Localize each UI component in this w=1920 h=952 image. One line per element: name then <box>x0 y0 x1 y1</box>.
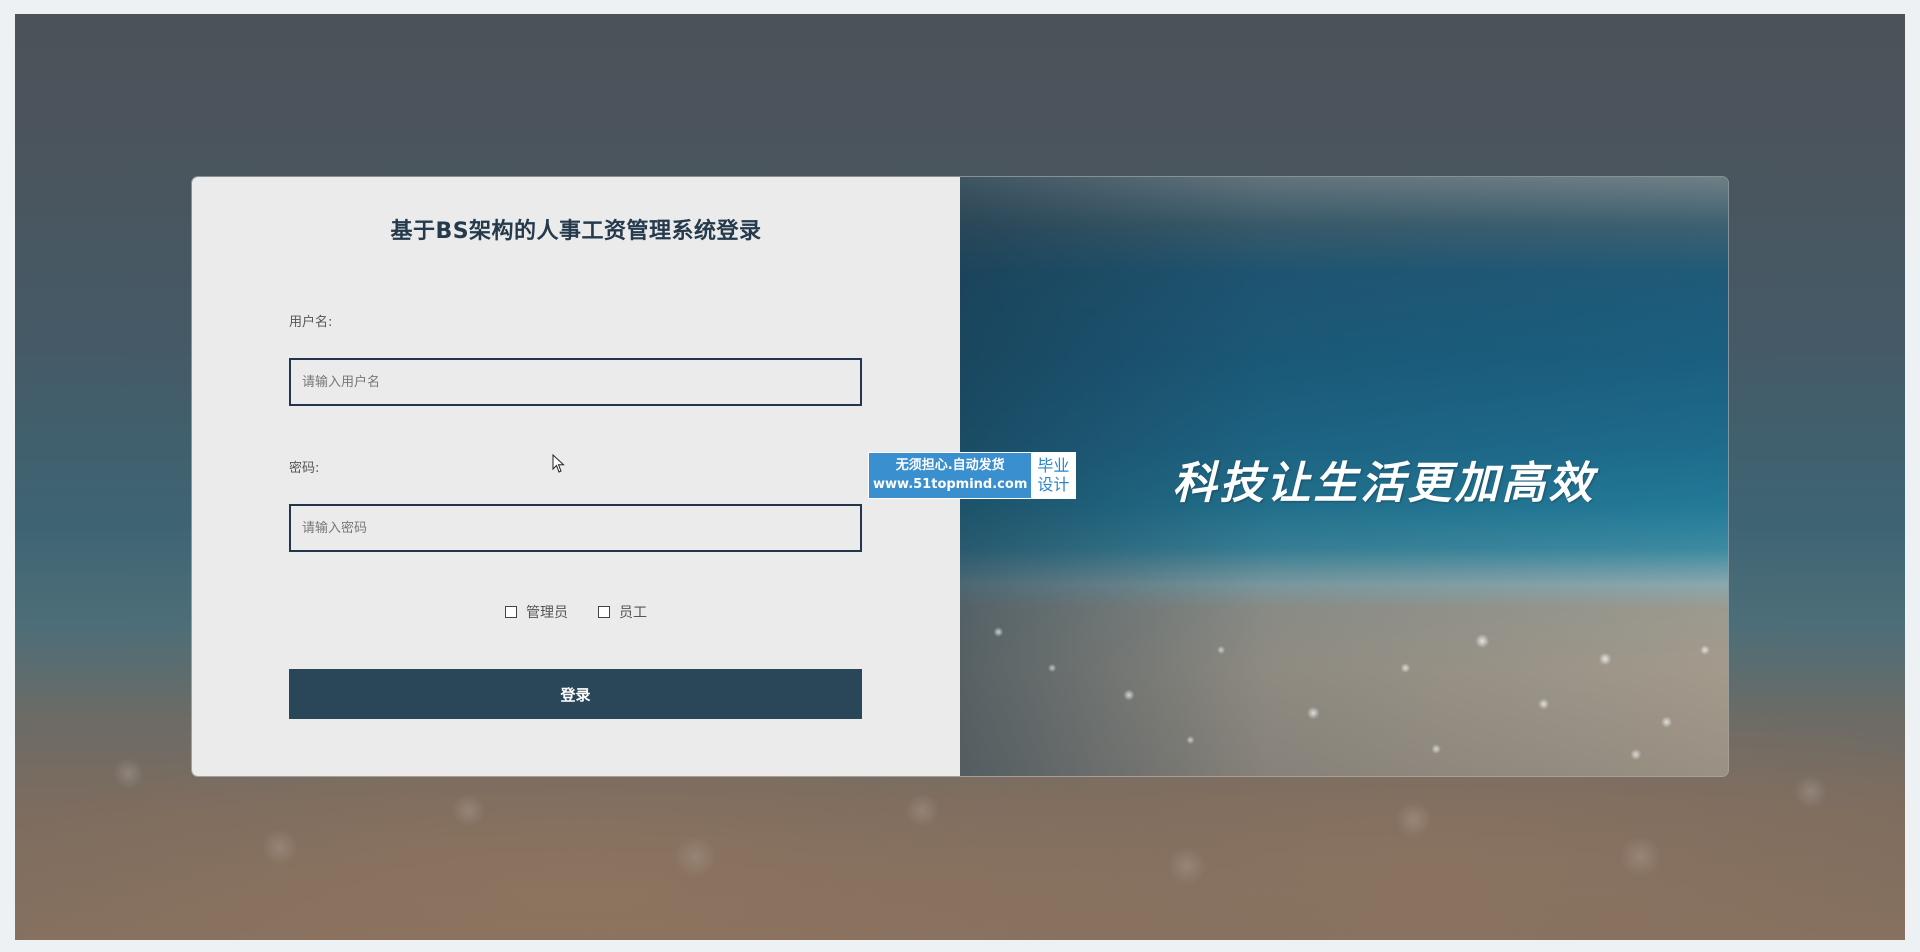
username-label: 用户名: <box>289 315 333 330</box>
watermark-tag-line1: 毕业 <box>1037 456 1070 475</box>
role-option-employee[interactable]: 员工 <box>598 602 647 622</box>
watermark-tag: 毕业 设计 <box>1031 453 1076 498</box>
page-title: 基于BS架构的人事工资管理系统登录 <box>390 219 762 244</box>
password-input[interactable] <box>289 504 862 552</box>
employee-checkbox[interactable] <box>598 606 610 618</box>
password-label: 密码: <box>289 461 320 476</box>
watermark-line2: www.51topmind.com <box>873 477 1028 492</box>
login-form-panel: 基于BS架构的人事工资管理系统登录 用户名: 密码: 管理员 员工 登录 <box>192 177 960 776</box>
role-option-admin[interactable]: 管理员 <box>505 602 568 622</box>
watermark-text: 无须担心.自动发货 www.51topmind.com <box>869 453 1032 498</box>
watermark-tag-line2: 设计 <box>1037 475 1070 494</box>
role-label-admin: 管理员 <box>526 605 568 621</box>
username-input[interactable] <box>289 358 862 406</box>
role-label-employee: 员工 <box>619 605 647 621</box>
role-selector: 管理员 员工 <box>192 602 960 622</box>
beach-umbrellas <box>960 596 1728 776</box>
mouse-cursor-icon <box>552 454 565 473</box>
watermark-badge: 无须担心.自动发货 www.51topmind.com 毕业 设计 <box>868 452 1077 499</box>
admin-checkbox[interactable] <box>505 606 517 618</box>
watermark-line1: 无须担心.自动发货 <box>895 458 1005 473</box>
login-button[interactable]: 登录 <box>289 669 862 719</box>
